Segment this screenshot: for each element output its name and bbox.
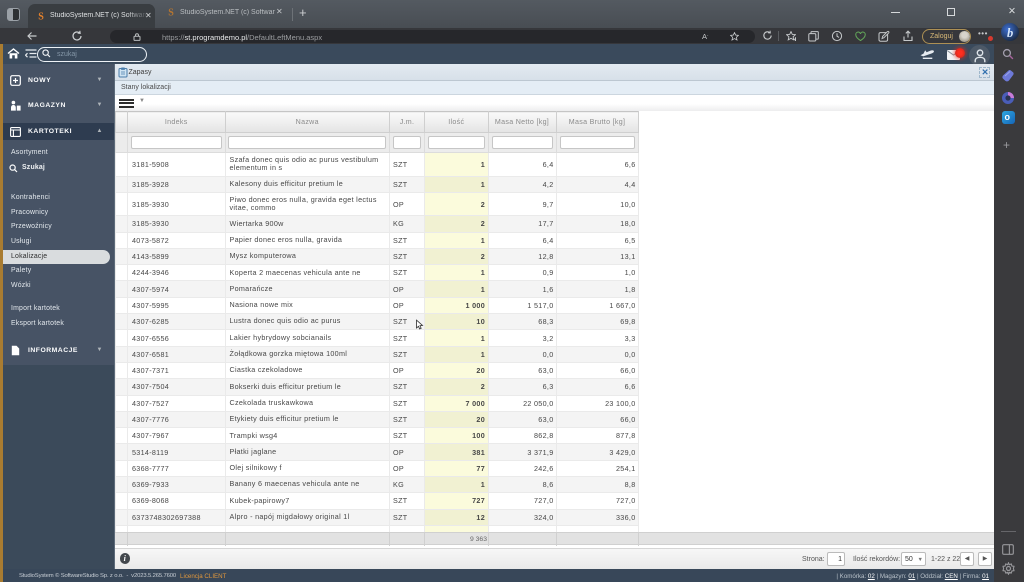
svg-text:S: S <box>168 8 174 17</box>
svg-text:S: S <box>38 12 44 21</box>
